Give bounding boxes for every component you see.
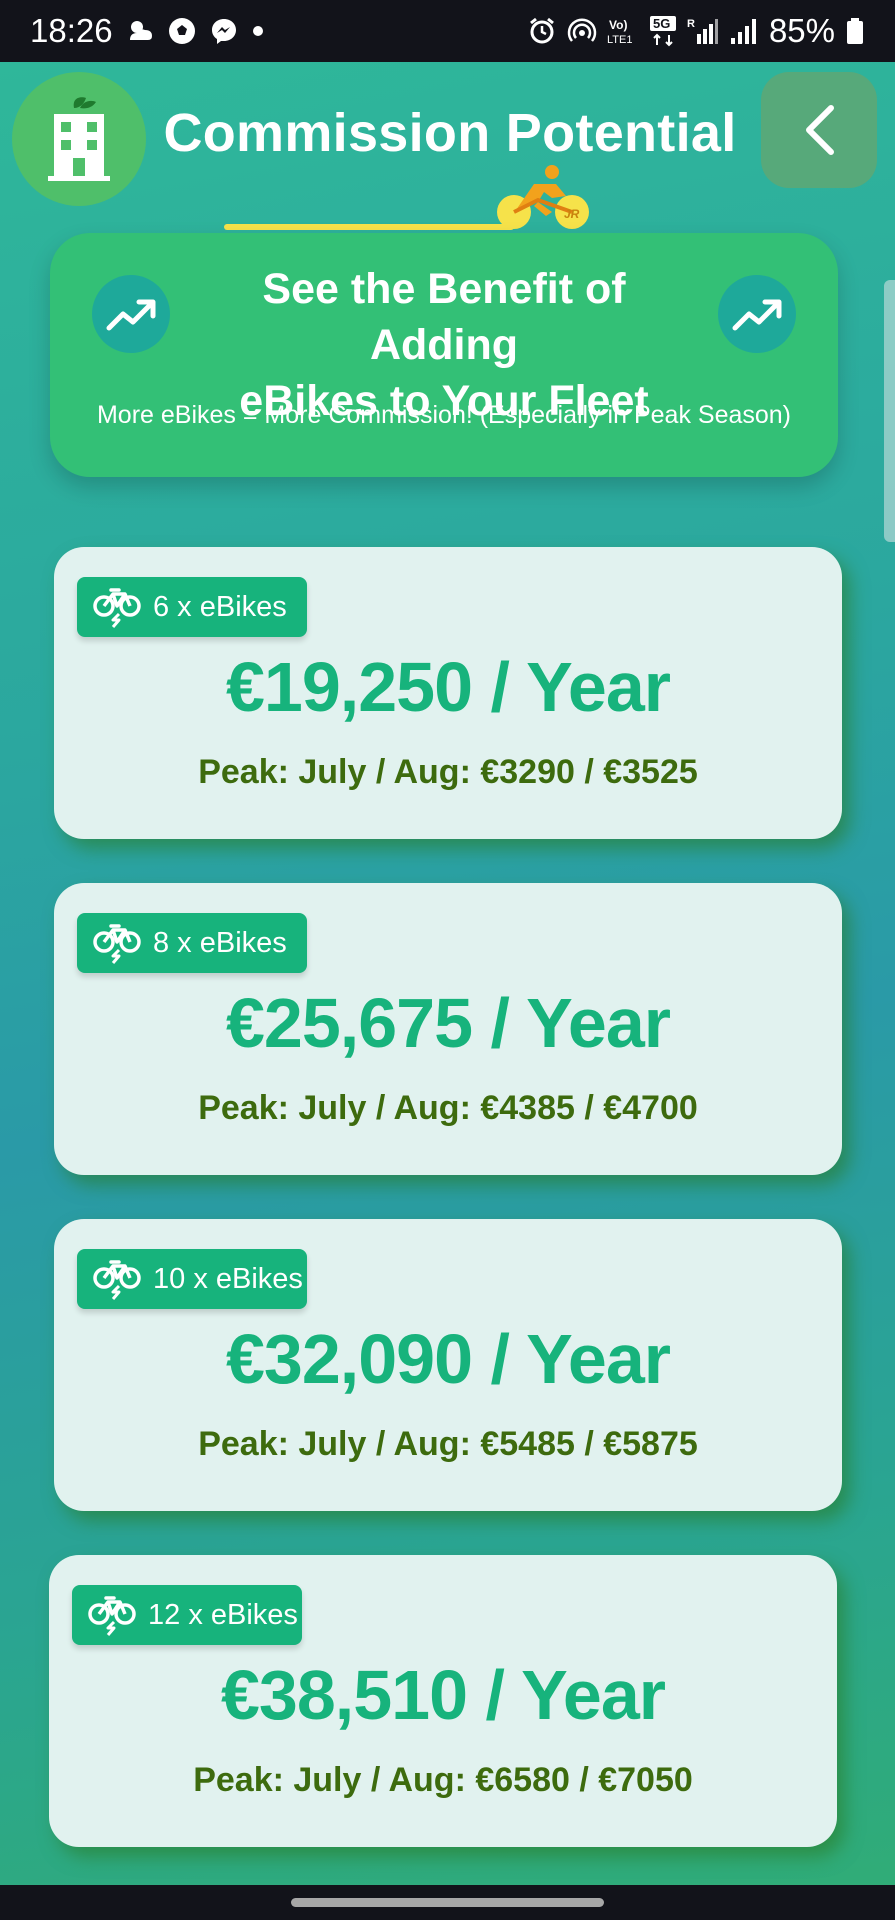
svg-text:Vo): Vo) bbox=[609, 18, 627, 32]
ebike-icon bbox=[93, 924, 141, 964]
fleet-size-label: 10 x eBikes bbox=[153, 1262, 303, 1295]
fleet-size-badge: 6 x eBikes bbox=[77, 577, 307, 637]
svg-text:R: R bbox=[687, 18, 695, 30]
hotspot-icon bbox=[567, 18, 597, 42]
ebike-icon bbox=[93, 1260, 141, 1300]
weather-icon bbox=[129, 21, 152, 40]
back-button[interactable] bbox=[761, 72, 877, 188]
battery-percent: 85% bbox=[768, 12, 835, 49]
page-title: Commission Potential bbox=[163, 103, 737, 163]
volte-icon: Vo) LTE1 bbox=[607, 18, 632, 46]
svg-text:LTE1: LTE1 bbox=[607, 34, 632, 46]
banner-title-line1: See the Benefit of Adding bbox=[262, 265, 626, 369]
chevron-left-icon bbox=[806, 105, 834, 155]
peak-commission: Peak: July / Aug: €3290 / €3525 bbox=[198, 753, 698, 791]
peak-commission: Peak: July / Aug: €6580 / €7050 bbox=[193, 1761, 693, 1799]
fleet-size-badge: 10 x eBikes bbox=[77, 1249, 307, 1309]
cyclist-logo-icon: JR bbox=[497, 165, 589, 229]
fleet-size-badge: 12 x eBikes bbox=[72, 1585, 302, 1645]
peak-commission: Peak: July / Aug: €4385 / €4700 bbox=[198, 1089, 698, 1127]
scrollbar[interactable] bbox=[884, 280, 895, 542]
trending-up-icon bbox=[92, 275, 170, 353]
offer-card[interactable]: 6 x eBikes €19,250 / Year Peak: July / A… bbox=[54, 547, 842, 839]
annual-commission: €25,675 / Year bbox=[225, 984, 671, 1062]
fleet-size-label: 8 x eBikes bbox=[153, 926, 287, 959]
offer-card[interactable]: 12 x eBikes €38,510 / Year Peak: July / … bbox=[49, 1555, 837, 1847]
home-indicator[interactable] bbox=[291, 1898, 604, 1907]
status-bar: 18:26 Vo) LTE1 5G R 85% bbox=[0, 0, 895, 62]
ebike-icon bbox=[88, 1596, 136, 1636]
messenger-icon bbox=[211, 19, 236, 44]
trending-up-icon bbox=[718, 275, 796, 353]
logo-text: JR bbox=[564, 207, 580, 221]
app-screen: Commission Potential JR See the Benefit … bbox=[0, 62, 895, 1885]
annual-commission: €32,090 / Year bbox=[225, 1320, 671, 1398]
fleet-size-badge: 8 x eBikes bbox=[77, 913, 307, 973]
fleet-size-label: 6 x eBikes bbox=[153, 590, 287, 623]
status-right: Vo) LTE1 5G R 85% bbox=[527, 12, 865, 50]
home-button[interactable] bbox=[12, 72, 146, 206]
status-left: 18:26 bbox=[30, 12, 265, 50]
banner-subtitle: More eBikes = More Commission! (Especial… bbox=[96, 401, 792, 429]
ebike-icon bbox=[93, 588, 141, 628]
dot-icon bbox=[252, 26, 263, 36]
fleet-size-label: 12 x eBikes bbox=[148, 1598, 298, 1631]
signal-icon: R bbox=[687, 18, 718, 44]
benefit-banner: See the Benefit of Adding eBikes to Your… bbox=[50, 233, 838, 477]
annual-commission: €19,250 / Year bbox=[225, 648, 671, 726]
peak-commission: Peak: July / Aug: €5485 / €5875 bbox=[198, 1425, 698, 1463]
status-time: 18:26 bbox=[30, 12, 113, 49]
title-underline bbox=[224, 224, 514, 230]
signal-icon bbox=[730, 19, 756, 44]
annual-commission: €38,510 / Year bbox=[220, 1656, 666, 1734]
alarm-icon bbox=[530, 17, 554, 44]
offer-card[interactable]: 8 x eBikes €25,675 / Year Peak: July / A… bbox=[54, 883, 842, 1175]
svg-text:5G: 5G bbox=[653, 16, 670, 31]
system-nav-bar bbox=[0, 1885, 895, 1920]
offer-card[interactable]: 10 x eBikes €32,090 / Year Peak: July / … bbox=[54, 1219, 842, 1511]
battery-icon bbox=[847, 18, 863, 44]
building-icon bbox=[48, 97, 110, 181]
5g-icon: 5G bbox=[649, 16, 676, 47]
football-icon bbox=[168, 18, 195, 44]
